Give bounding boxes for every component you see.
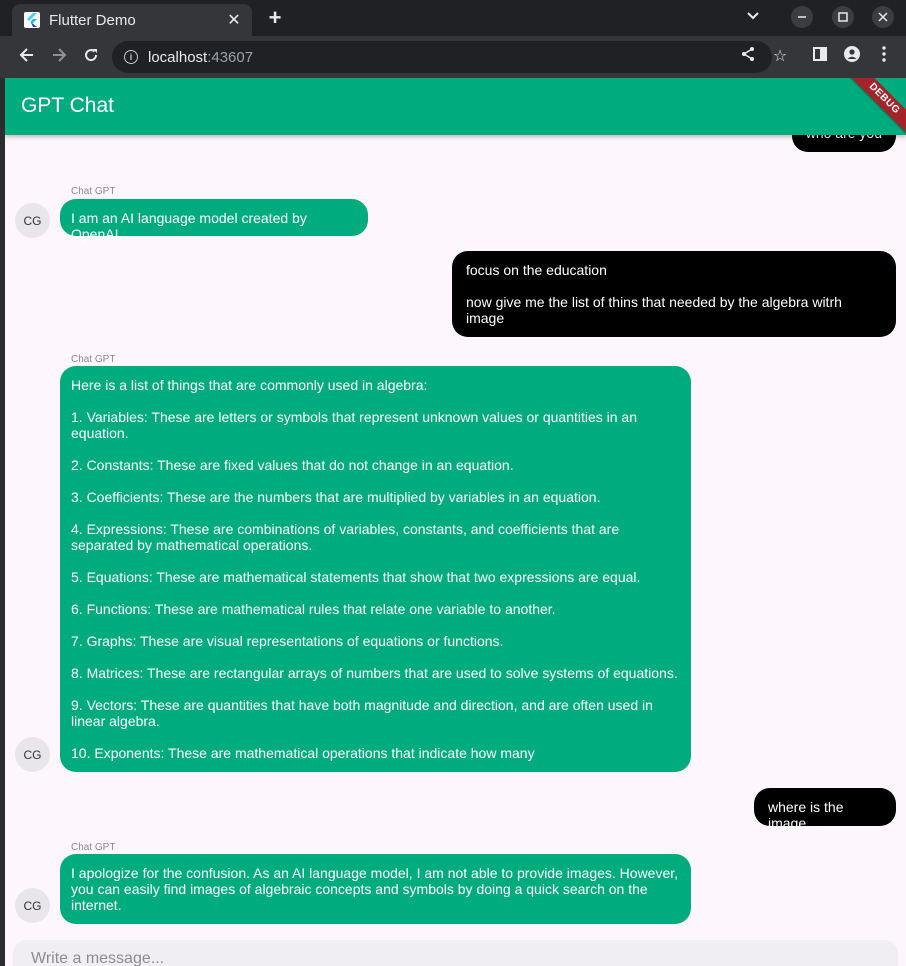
site-info-icon[interactable]: i	[124, 50, 138, 64]
address-bar[interactable]: i localhost:43607	[112, 41, 772, 73]
kebab-menu-icon[interactable]	[873, 46, 895, 68]
browser-titlebar: Flutter Demo ✕ +	[0, 0, 906, 36]
app-bar: GPT Chat DEBUG	[5, 78, 906, 139]
sender-name: Chat GPT	[71, 354, 116, 365]
profile-icon[interactable]	[841, 46, 863, 68]
side-panel-icon[interactable]	[809, 46, 831, 68]
url-port: :43607	[207, 48, 254, 66]
message-composer	[13, 940, 898, 966]
window-close-icon[interactable]	[872, 6, 894, 28]
tab-close-icon[interactable]: ✕	[224, 10, 244, 30]
bot-message: Here is a list of things that are common…	[60, 366, 691, 772]
avatar: CG	[15, 737, 50, 772]
maximize-icon[interactable]	[832, 6, 854, 28]
user-message: where is the image	[754, 788, 896, 831]
share-icon[interactable]	[737, 46, 759, 68]
message-input[interactable]	[31, 950, 880, 966]
chevron-down-icon[interactable]	[746, 8, 760, 24]
app-title: GPT Chat	[21, 94, 114, 117]
tab-title: Flutter Demo	[49, 11, 136, 29]
avatar: CG	[15, 203, 50, 238]
browser-tab[interactable]: Flutter Demo ✕	[12, 4, 252, 36]
debug-banner: DEBUG	[844, 78, 906, 139]
user-message: focus on the education now give me the l…	[452, 251, 896, 337]
back-arrow-icon[interactable]	[16, 46, 38, 68]
sender-name: Chat GPT	[71, 186, 116, 197]
reload-icon[interactable]	[80, 46, 102, 68]
sender-name: Chat GPT	[71, 842, 116, 853]
forward-arrow-icon[interactable]	[48, 46, 70, 68]
browser-toolbar: i localhost:43607 ☆	[0, 36, 906, 78]
url-host: localhost	[148, 48, 208, 66]
flutter-app: GPT Chat DEBUG who are you Chat GPT CG I…	[5, 78, 906, 966]
bookmark-star-icon[interactable]: ☆	[769, 46, 791, 68]
minimize-icon[interactable]	[791, 6, 813, 28]
bot-message: I apologize for the confusion. As an AI …	[60, 854, 691, 924]
flutter-logo-icon	[24, 12, 40, 28]
new-tab-icon[interactable]: +	[264, 6, 286, 30]
bot-message: I am an AI language model created by Ope…	[60, 199, 368, 242]
avatar: CG	[15, 888, 50, 923]
